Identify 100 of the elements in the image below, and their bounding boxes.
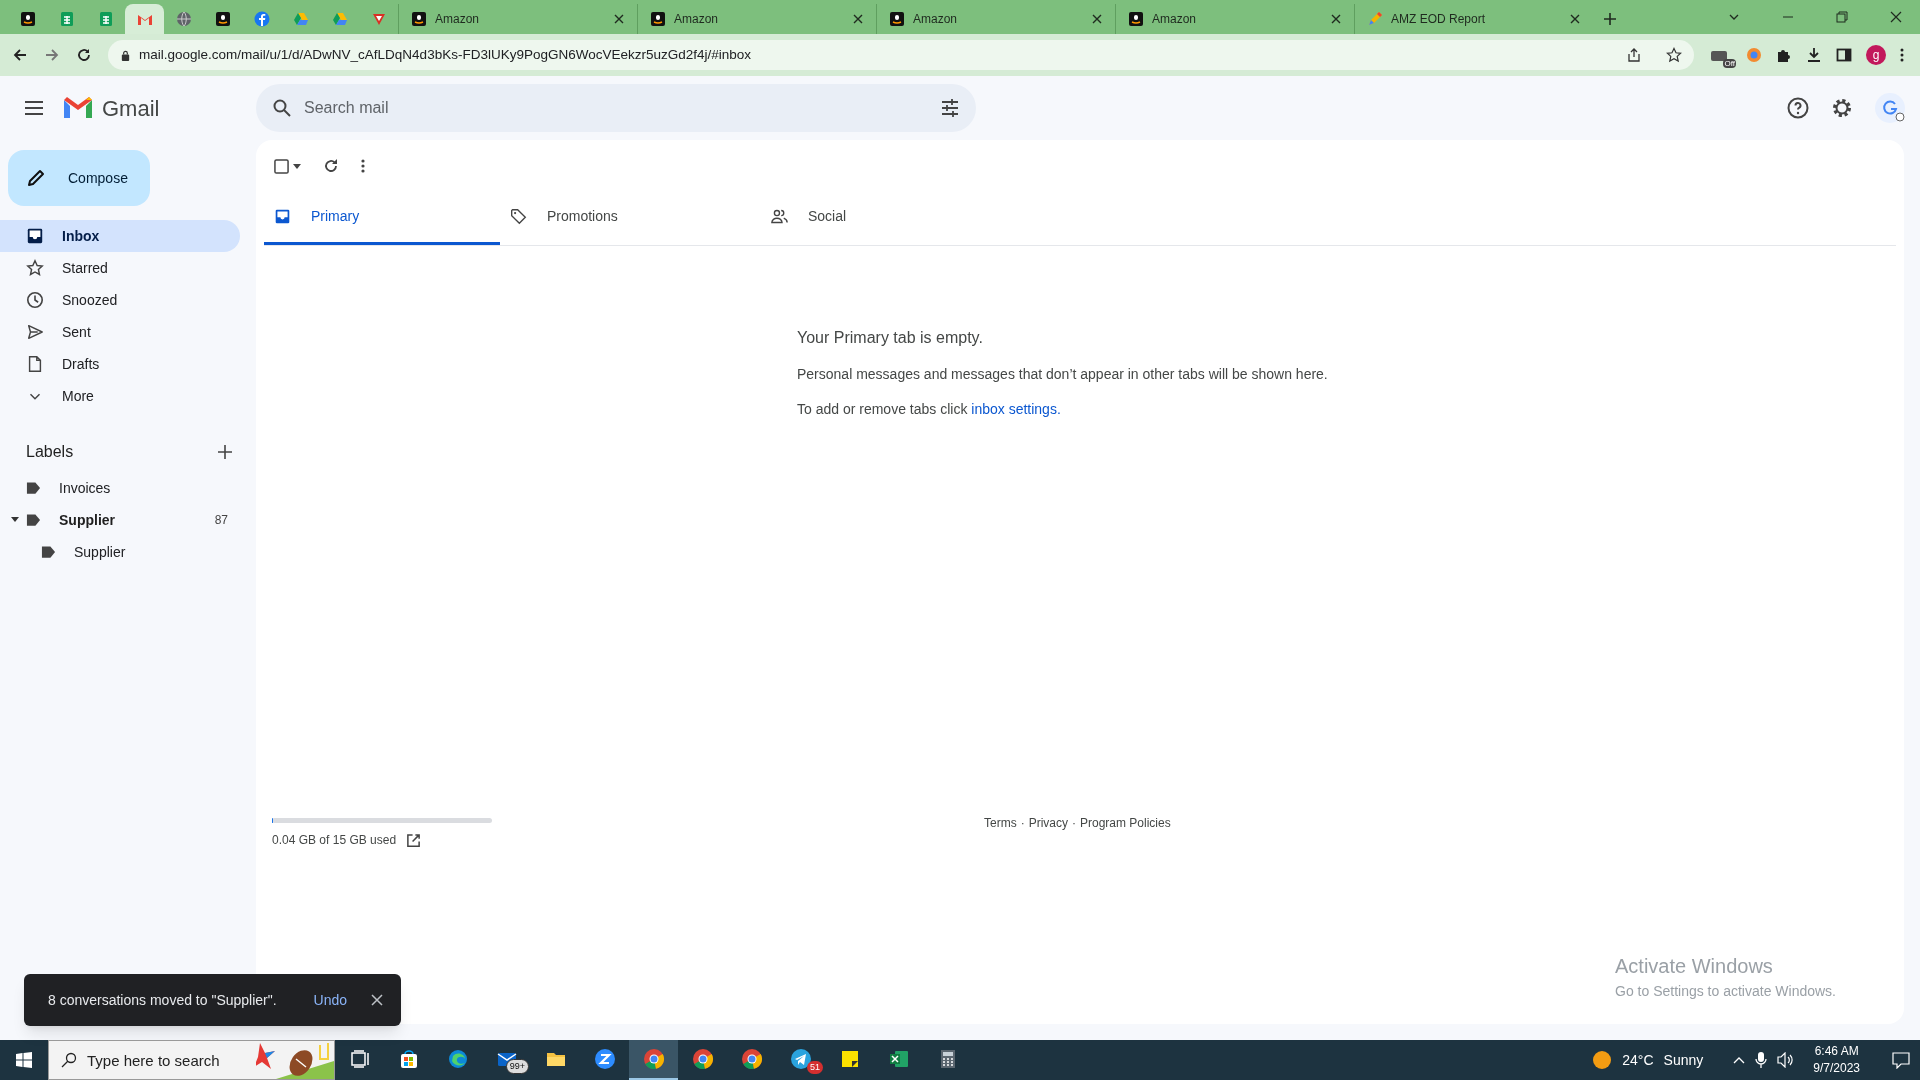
label-item[interactable]: Invoices xyxy=(0,472,240,504)
undo-button[interactable]: Undo xyxy=(313,989,347,1011)
nav-item[interactable]: Sent xyxy=(0,316,240,348)
browser-icon xyxy=(642,1048,665,1070)
document-icon xyxy=(26,355,44,373)
caret-icon[interactable] xyxy=(11,517,19,523)
globe-icon xyxy=(175,11,192,27)
more-icon[interactable] xyxy=(1900,47,1904,63)
nav-item[interactable]: Inbox xyxy=(0,220,240,252)
video-app-icon xyxy=(593,1048,616,1070)
account-avatar-icon[interactable] xyxy=(1874,92,1906,124)
reload-icon[interactable] xyxy=(76,47,92,63)
download-icon[interactable] xyxy=(1806,47,1822,63)
speaker-icon[interactable] xyxy=(1777,1052,1796,1068)
notifications-icon[interactable] xyxy=(1892,1051,1910,1069)
help-icon[interactable] xyxy=(1786,96,1810,120)
people-icon xyxy=(771,207,788,225)
storage-text: 0.04 GB of 15 GB used xyxy=(272,832,397,849)
windows-start-icon[interactable] xyxy=(16,1052,32,1068)
close-icon[interactable] xyxy=(1569,13,1581,25)
side-panel-icon[interactable] xyxy=(1836,47,1852,63)
label-item[interactable]: Supplier xyxy=(0,536,240,568)
spreadsheet-icon xyxy=(887,1048,910,1070)
menu-icon[interactable] xyxy=(24,101,44,115)
triangle-icon xyxy=(370,11,387,27)
activation-message: Go to Settings to activate Windows. xyxy=(1615,982,1836,1001)
taskbar-search-bar[interactable]: Type here to search xyxy=(48,1040,335,1080)
nav-item[interactable]: Drafts xyxy=(0,348,240,380)
taskbar-app[interactable]: 99+ xyxy=(482,1040,531,1080)
checkbox-icon[interactable] xyxy=(274,158,289,174)
activation-title: Activate Windows xyxy=(1615,954,1774,979)
nav-item[interactable]: Snoozed xyxy=(0,284,240,316)
microphone-icon[interactable] xyxy=(1755,1052,1768,1068)
forward-icon[interactable] xyxy=(44,47,60,63)
inbox-tab[interactable]: Promotions xyxy=(500,190,761,245)
notification-badge: 51 xyxy=(807,1061,823,1074)
close-icon[interactable] xyxy=(1091,13,1103,25)
footer-link[interactable]: Privacy xyxy=(1028,814,1068,832)
bookmark-star-icon[interactable] xyxy=(1666,47,1682,63)
extension-icon[interactable] xyxy=(1710,48,1728,62)
empty-state-title: Your Primary tab is empty. xyxy=(797,328,984,348)
drive-icon xyxy=(331,11,348,27)
nav-item[interactable]: More xyxy=(0,380,240,412)
labels-heading: Labels xyxy=(26,442,74,462)
restore-icon[interactable] xyxy=(1836,11,1848,23)
refresh-icon[interactable] xyxy=(323,158,339,174)
task-view-icon xyxy=(348,1048,371,1070)
paper-plane-icon xyxy=(789,1048,812,1070)
add-icon[interactable] xyxy=(218,445,232,459)
spreadsheet-icon xyxy=(58,11,75,27)
new-tab-icon[interactable] xyxy=(1603,12,1617,26)
footer-link[interactable]: Program Policies xyxy=(1080,814,1171,832)
close-icon[interactable] xyxy=(613,13,625,25)
puzzle-icon[interactable] xyxy=(1776,47,1792,63)
address-bar[interactable]: mail.google.com/mail/u/1/d/ADwNV_cAfLDqN4d3bKs-FD3lUKy9PogGN6WocVEekzr5uzGd2f4j/#inbox xyxy=(108,40,1694,70)
taskbar-search-field[interactable]: Type here to search xyxy=(87,1042,237,1078)
send-icon xyxy=(26,323,44,341)
more-icon[interactable] xyxy=(361,159,365,173)
share-icon[interactable] xyxy=(1626,47,1642,63)
tag-icon xyxy=(510,207,527,225)
off-badge: Off xyxy=(1723,59,1736,68)
caret-icon[interactable] xyxy=(293,163,301,169)
browser-icon xyxy=(691,1048,714,1070)
separator-dot: · xyxy=(1020,815,1025,832)
taskbar-app[interactable]: 51 xyxy=(776,1040,825,1080)
pencil-icon xyxy=(1367,11,1383,27)
clock-icon xyxy=(26,291,44,309)
snackbar-message: 8 conversations moved to "Supplier". xyxy=(48,990,278,1010)
pencil-icon xyxy=(26,168,46,188)
back-icon[interactable] xyxy=(12,47,28,63)
inbox-tab[interactable]: Social xyxy=(761,190,1022,245)
clock-time: 6:46 AM xyxy=(1814,1043,1859,1060)
close-icon[interactable] xyxy=(1890,11,1902,23)
label-icon xyxy=(41,545,56,559)
settings-icon[interactable] xyxy=(1830,96,1854,120)
compose-button[interactable]: Compose xyxy=(8,150,150,206)
search-icon xyxy=(61,1052,77,1068)
browser-icon xyxy=(740,1048,763,1070)
app-name: Gmail xyxy=(102,94,160,123)
inbox-icon xyxy=(26,227,44,245)
drive-icon xyxy=(292,11,309,27)
profile-avatar[interactable]: g xyxy=(1866,45,1886,65)
nav-item[interactable]: Starred xyxy=(0,252,240,284)
label-icon xyxy=(26,513,41,527)
weather-text: Sunny xyxy=(1663,1050,1704,1070)
separator-dot: · xyxy=(1072,815,1076,832)
clock-date: 9/7/2023 xyxy=(1813,1060,1860,1077)
spreadsheet-icon xyxy=(97,11,114,27)
filter-icon[interactable] xyxy=(940,98,960,118)
close-icon[interactable] xyxy=(1330,13,1342,25)
label-item[interactable]: Supplier 87 xyxy=(0,504,240,536)
footer-link[interactable]: Terms xyxy=(984,814,1017,832)
inbox-settings-link[interactable]: inbox settings. xyxy=(971,401,1061,417)
notification-badge: 99+ xyxy=(505,1059,529,1074)
external-link-icon[interactable] xyxy=(406,832,422,848)
temperature: 24°C xyxy=(1622,1050,1654,1070)
inbox-tab[interactable]: Primary xyxy=(264,190,500,245)
lock-icon xyxy=(120,49,131,61)
close-icon[interactable] xyxy=(852,13,864,25)
label-icon xyxy=(26,481,41,495)
